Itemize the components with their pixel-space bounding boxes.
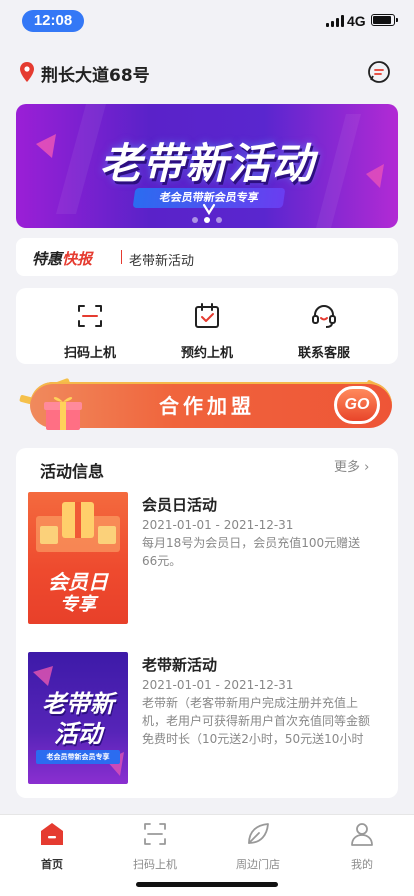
tab-home[interactable]: 首页	[12, 821, 92, 872]
scan-icon	[78, 305, 102, 327]
activity-title: 活动信息	[40, 462, 105, 481]
scan-icon	[144, 823, 166, 845]
status-time: 12:08	[22, 10, 84, 32]
banner-title: 老带新活动	[99, 139, 315, 188]
action-reserve[interactable]: 预约上机	[157, 302, 257, 361]
activity-item[interactable]: 会员日 专享 会员日活动 2021-01-01 - 2021-12-31 每月1…	[28, 492, 388, 626]
tab-scan[interactable]: 扫码上机	[115, 821, 195, 872]
battery-icon	[371, 14, 398, 26]
join-banner[interactable]: 合作加盟 GO	[16, 376, 398, 442]
tab-label: 扫码上机	[133, 858, 177, 871]
activity-date: 2021-01-01 - 2021-12-31	[142, 518, 294, 532]
news-tag: 特惠快报	[32, 248, 92, 269]
news-text[interactable]: 老带新活动	[129, 250, 194, 269]
action-scan[interactable]: 扫码上机	[40, 302, 140, 361]
status-bar: 12:08 4G	[0, 0, 414, 44]
calendar-check-icon	[195, 303, 219, 328]
go-button[interactable]: GO	[334, 386, 380, 424]
user-icon	[351, 823, 373, 846]
thumb-text: 活动	[54, 720, 102, 748]
location-pin-icon	[20, 62, 34, 82]
tab-mine[interactable]: 我的	[322, 821, 402, 872]
pagination-dot-active[interactable]	[204, 217, 210, 223]
pagination-dot[interactable]	[192, 217, 198, 223]
activity-date: 2021-01-01 - 2021-12-31	[142, 678, 294, 692]
action-label: 联系客服	[297, 346, 350, 361]
news-strip[interactable]: 特惠快报 老带新活动	[16, 238, 398, 276]
message-icon[interactable]	[367, 60, 391, 84]
tab-label: 首页	[41, 858, 63, 871]
chevron-right-icon: ›	[364, 460, 370, 475]
news-tag-black: 特惠	[32, 250, 63, 268]
network-label: 4G	[347, 13, 366, 29]
activity-section: 活动信息 更多 › 会员日 专享 会员日活动 2021-01-01 - 2021…	[16, 448, 398, 798]
signal-icon	[326, 15, 344, 27]
location-label[interactable]: 荆长大道68号	[41, 61, 150, 86]
thumb-subtitle: 老会员带新会员专享	[36, 750, 120, 764]
action-label: 预约上机	[180, 346, 233, 361]
action-label: 扫码上机	[63, 346, 116, 361]
header: 荆长大道68号	[0, 56, 414, 92]
tab-label: 我的	[351, 858, 373, 871]
home-indicator	[136, 882, 278, 887]
more-link[interactable]: 更多 ›	[334, 456, 369, 475]
activity-name: 老带新活动	[142, 656, 218, 674]
tab-label: 周边门店	[236, 858, 280, 871]
activity-item[interactable]: 老带新 活动 老会员带新会员专享 老带新活动 2021-01-01 - 2021…	[28, 652, 388, 786]
headset-icon	[312, 305, 336, 328]
tab-nearby[interactable]: 周边门店	[218, 821, 298, 872]
banner-pagination	[0, 208, 414, 227]
news-divider	[121, 250, 122, 264]
activity-desc: 每月18号为会员日，会员充值100元赠送66元。	[142, 536, 361, 568]
news-tag-red: 快报	[62, 250, 93, 268]
thumb-text: 专享	[60, 594, 96, 615]
action-support[interactable]: 联系客服	[274, 302, 374, 361]
home-icon	[41, 823, 63, 845]
activity-desc: 老带新（老客带新用户完成注册并充值上机，老用户可获得新用户首次充值同等金额免费时…	[142, 696, 371, 746]
activity-thumbnail: 会员日 专享	[28, 492, 128, 624]
pagination-dot[interactable]	[216, 217, 222, 223]
leaf-icon	[248, 823, 269, 844]
activity-name: 会员日活动	[142, 496, 218, 514]
activity-thumbnail: 老带新 活动 老会员带新会员专享	[28, 652, 128, 784]
more-label: 更多	[334, 460, 361, 475]
quick-actions: 扫码上机 预约上机 联系客服	[16, 288, 398, 364]
